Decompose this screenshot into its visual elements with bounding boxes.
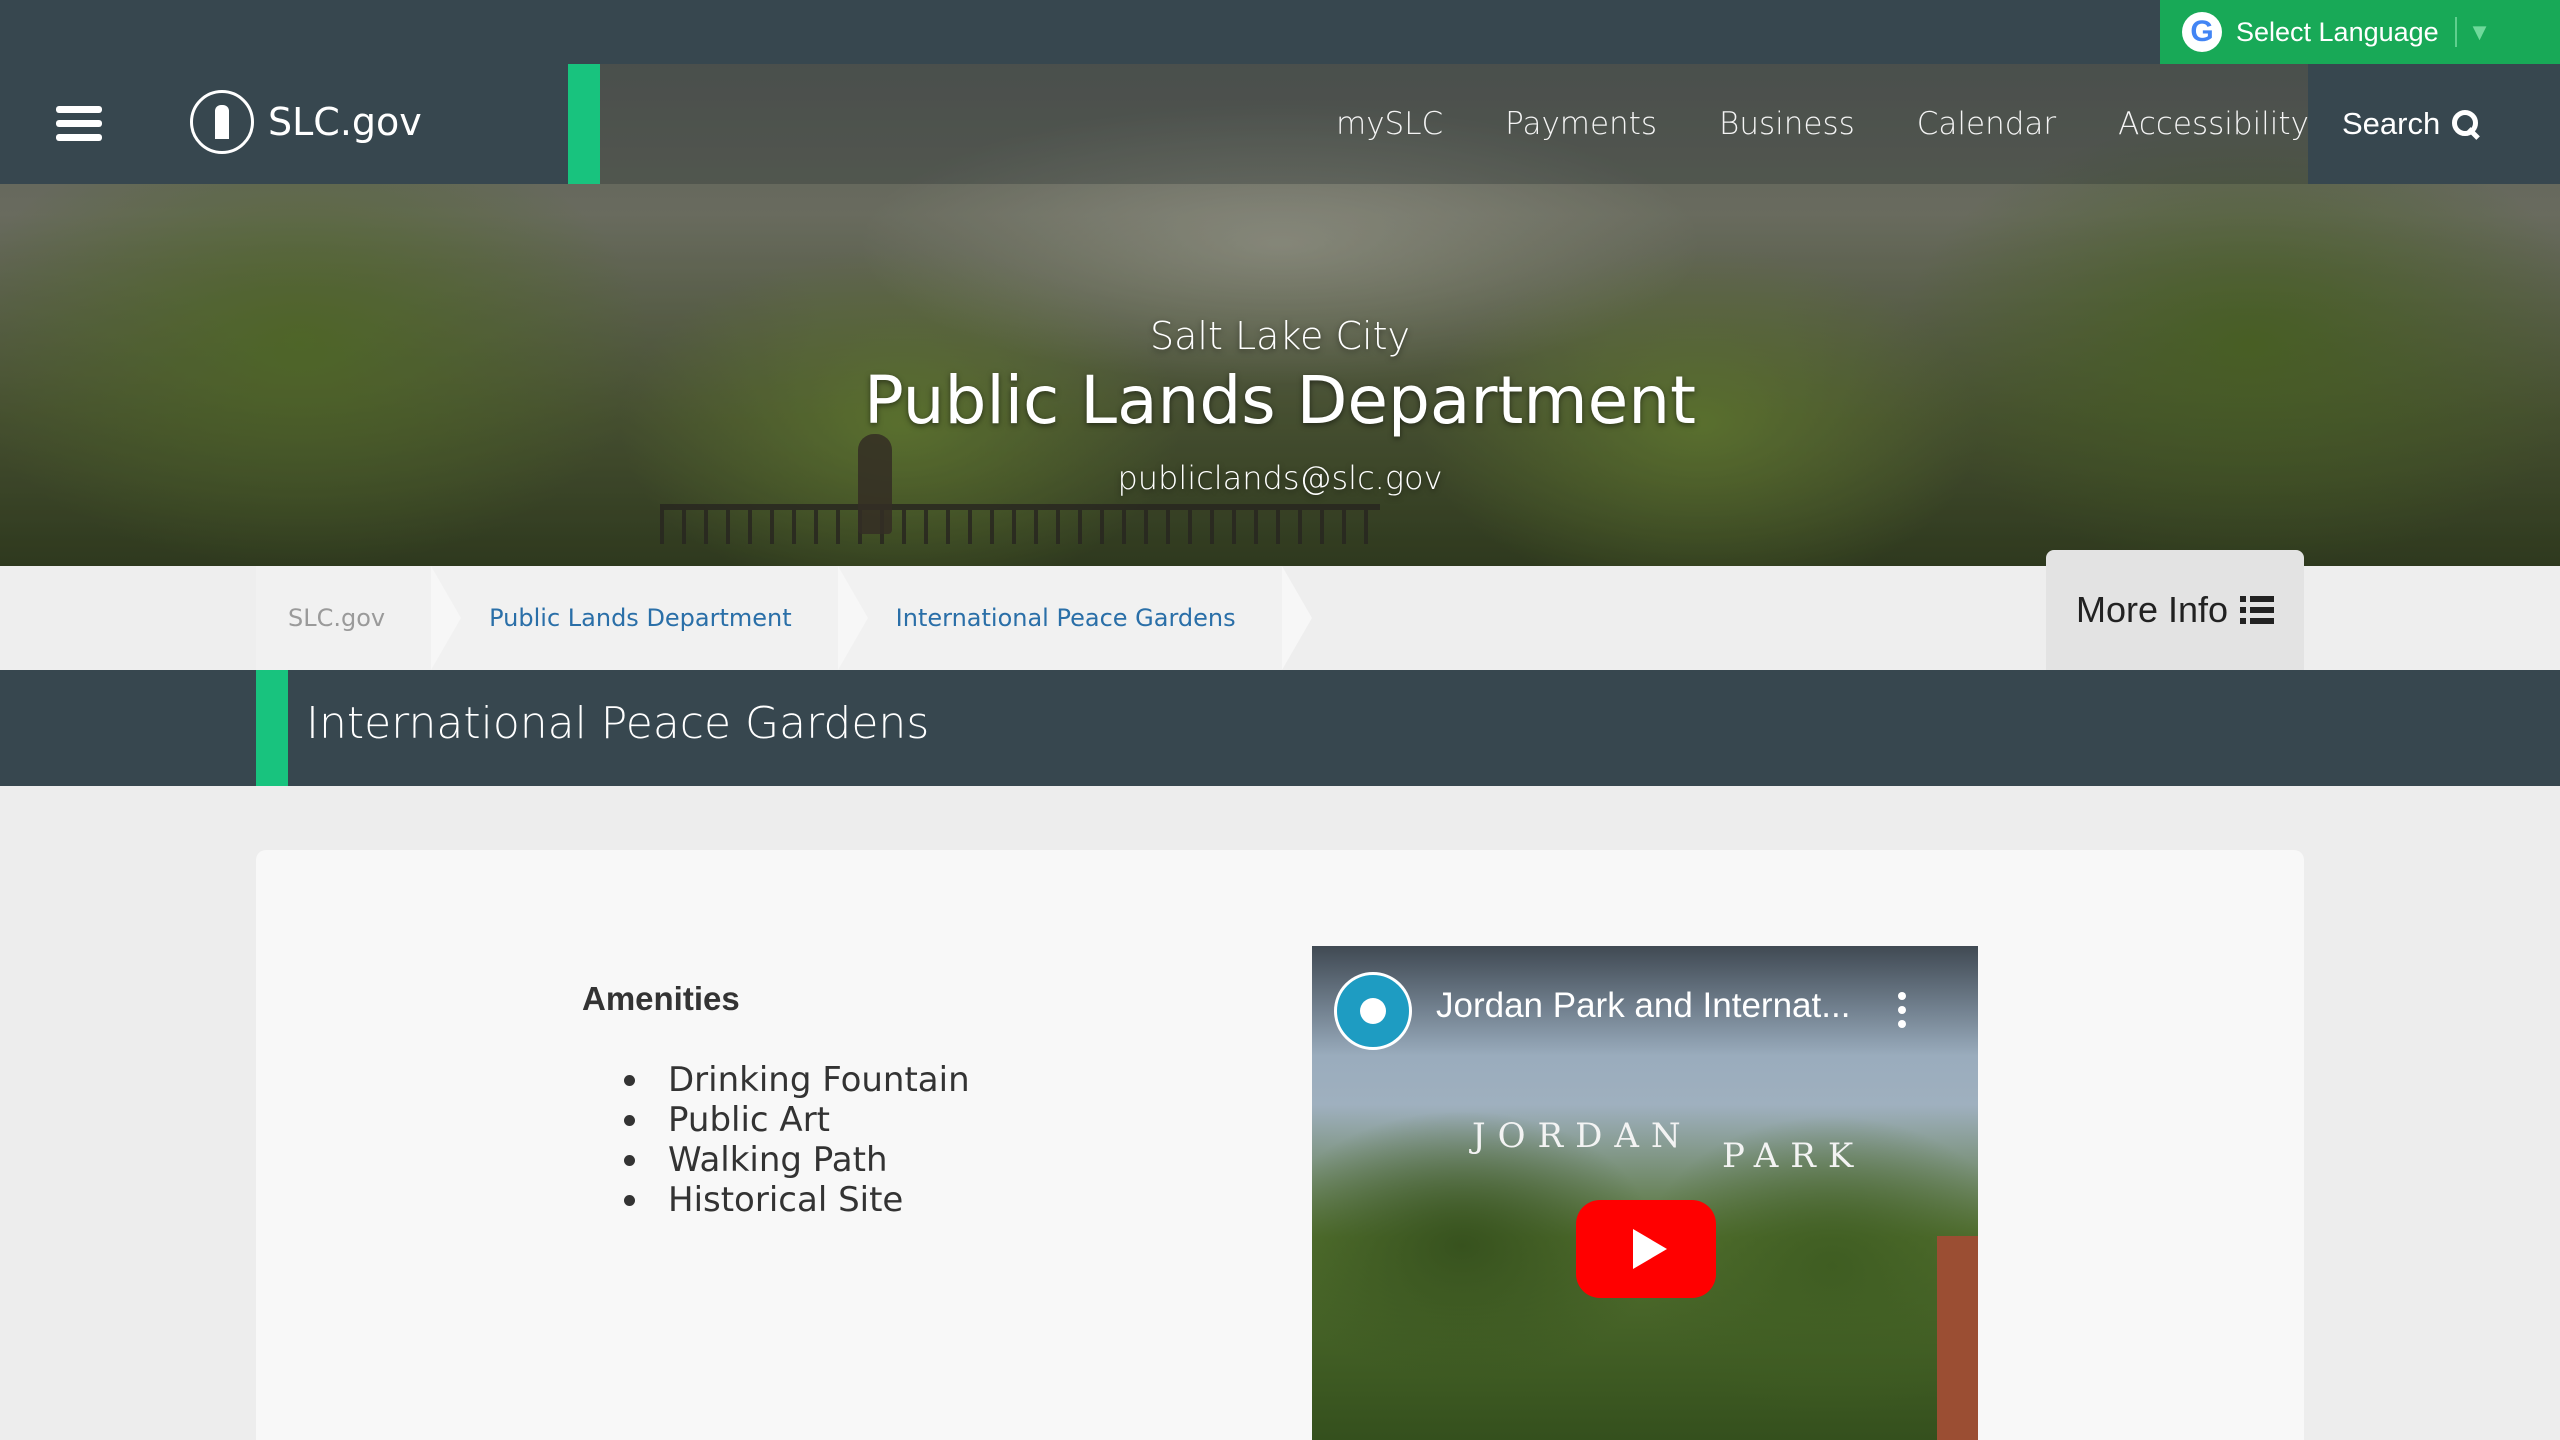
site-logo-text[interactable]: SLC.gov — [268, 100, 422, 144]
list-item: Historical Site — [624, 1180, 970, 1220]
channel-logo-icon[interactable] — [1334, 972, 1412, 1050]
breadcrumb-home[interactable]: SLC.gov — [256, 566, 462, 670]
nav-payments[interactable]: Payments — [1505, 106, 1657, 142]
hero-text: Salt Lake City Public Lands Department p… — [0, 314, 2560, 497]
hero-title: Public Lands Department — [864, 362, 1696, 439]
brand-accent-stripe — [568, 64, 600, 184]
breadcrumb-public-lands[interactable]: Public Lands Department — [431, 566, 868, 670]
amenities-list: Drinking Fountain Public Art Walking Pat… — [624, 1060, 970, 1220]
translate-bar: G Select Language ▼ — [0, 0, 2560, 64]
content-card: Amenities Drinking Fountain Public Art W… — [256, 850, 2304, 1440]
main-navbar: SLC.gov mySLC Payments Business Calendar… — [0, 64, 2560, 184]
nav-calendar[interactable]: Calendar — [1917, 106, 2056, 142]
video-title[interactable]: Jordan Park and Internat... — [1436, 986, 1850, 1026]
youtube-video-embed[interactable]: JORDAN PARK Jordan Park and Internat... — [1312, 946, 1978, 1440]
caret-down-icon[interactable]: ▼ — [2473, 22, 2487, 43]
language-divider — [2454, 17, 2457, 47]
menu-icon[interactable] — [56, 106, 102, 142]
park-sign-image: JORDAN — [1472, 1116, 1693, 1156]
nav-accessibility[interactable]: Accessibility — [2118, 106, 2309, 142]
nav-business[interactable]: Business — [1719, 106, 1855, 142]
page-title-bar: International Peace Gardens — [0, 670, 2560, 786]
play-icon — [1633, 1229, 1667, 1269]
play-button[interactable] — [1576, 1200, 1716, 1298]
search-label: Search — [2342, 106, 2441, 141]
park-sign-image-2: PARK — [1722, 1136, 1866, 1176]
search-icon — [2452, 110, 2480, 138]
more-info-label: More Info — [2075, 589, 2229, 630]
list-item: Walking Path — [624, 1140, 970, 1180]
language-selector[interactable]: G Select Language ▼ — [2160, 0, 2560, 64]
nav-links: mySLC Payments Business Calendar Accessi… — [1336, 64, 2371, 184]
amenities-heading: Amenities — [582, 980, 740, 1017]
breadcrumb-current[interactable]: International Peace Gardens — [837, 566, 1312, 670]
brand-block: SLC.gov — [0, 64, 568, 184]
page-title: International Peace Gardens — [306, 698, 930, 749]
more-info-button[interactable]: More Info — [2046, 550, 2304, 670]
list-item: Drinking Fountain — [624, 1060, 970, 1100]
breadcrumb: SLC.gov Public Lands Department Internat… — [256, 566, 1312, 670]
hero-email-link[interactable]: publiclands@slc.gov — [0, 459, 2560, 497]
list-icon — [2240, 596, 2275, 624]
list-item: Public Art — [624, 1100, 970, 1140]
google-icon: G — [2182, 12, 2222, 52]
brick-pillar-image — [1937, 1236, 1978, 1440]
more-options-icon[interactable] — [1898, 992, 1906, 1028]
language-label: Select Language — [2236, 16, 2439, 47]
hero-subtitle: Salt Lake City — [1150, 314, 1410, 358]
search-button[interactable]: Search — [2308, 64, 2560, 184]
title-accent-stripe — [256, 670, 288, 786]
city-seal-icon[interactable] — [190, 90, 254, 154]
nav-myslc[interactable]: mySLC — [1336, 106, 1443, 142]
